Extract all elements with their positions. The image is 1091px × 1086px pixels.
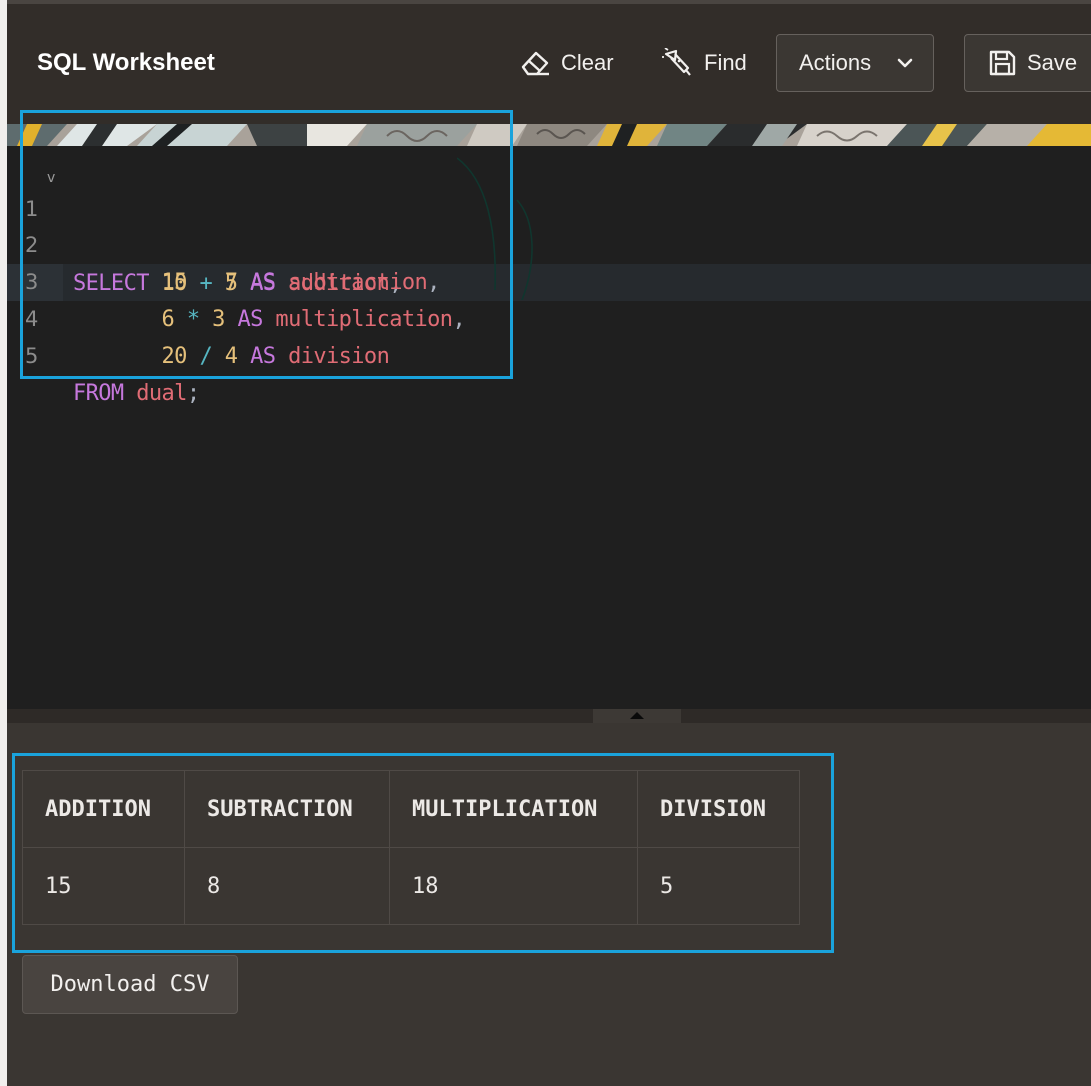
token-number: 20 xyxy=(161,344,188,369)
decorative-banner xyxy=(7,124,1091,146)
table-cell: 18 xyxy=(389,847,638,925)
table-row: 15 8 18 5 xyxy=(22,847,800,925)
code-line-4: 4 20 / 4 AS division xyxy=(7,264,1091,369)
code-text: 20 / 4 AS division xyxy=(73,338,390,375)
token-number: 4 xyxy=(224,344,238,369)
line-number: 5 xyxy=(25,344,39,368)
sql-editor[interactable]: 1 v SELECT 10 + 5 AS addition, 2 15 - 7 … xyxy=(7,146,1091,709)
code-line-1: 1 v SELECT 10 + 5 AS addition, xyxy=(7,154,1091,296)
collapse-up-icon[interactable] xyxy=(593,709,681,723)
worksheet-toolbar: SQL Worksheet Clear Find Actions Save xyxy=(7,4,1091,124)
column-header[interactable]: SUBTRACTION xyxy=(184,770,390,848)
table-cell: 8 xyxy=(184,847,390,925)
find-label: Find xyxy=(704,50,747,75)
eraser-icon xyxy=(519,48,551,78)
save-label: Save xyxy=(1027,50,1078,75)
actions-label: Actions xyxy=(799,50,872,75)
chevron-down-icon xyxy=(897,57,913,69)
token-punctuation: ; xyxy=(186,381,200,406)
code-text: FROM dual; xyxy=(73,375,200,412)
column-header[interactable]: DIVISION xyxy=(637,770,800,848)
save-button[interactable]: Save xyxy=(964,34,1091,92)
token-identifier: division xyxy=(288,344,390,369)
find-button[interactable]: Find xyxy=(662,34,747,92)
code-line-2: 2 15 - 7 AS subtraction, xyxy=(7,190,1091,295)
window-left-edge xyxy=(0,0,7,1086)
clear-button[interactable]: Clear xyxy=(519,34,614,92)
code-line-5: 5 FROM dual; xyxy=(7,301,1091,406)
column-header[interactable]: MULTIPLICATION xyxy=(389,770,638,848)
flashlight-icon xyxy=(662,48,694,78)
table-cell: 5 xyxy=(637,847,800,925)
token-operator: / xyxy=(199,344,213,369)
table-header-row: ADDITION SUBTRACTION MULTIPLICATION DIVI… xyxy=(22,770,800,848)
token-identifier: dual xyxy=(136,381,187,406)
page-title: SQL Worksheet xyxy=(37,49,215,76)
token-keyword: FROM xyxy=(73,381,124,406)
column-header[interactable]: ADDITION xyxy=(22,770,185,848)
pane-splitter[interactable] xyxy=(7,709,1091,723)
download-csv-button[interactable]: Download CSV xyxy=(22,955,238,1014)
table-cell: 15 xyxy=(22,847,185,925)
code-line-3: 3 6 * 3 AS multiplication, xyxy=(7,227,1091,332)
actions-menu-button[interactable]: Actions xyxy=(776,34,934,92)
token-keyword: AS xyxy=(250,344,276,369)
floppy-disk-icon xyxy=(987,48,1017,78)
clear-label: Clear xyxy=(561,50,614,75)
results-table: ADDITION SUBTRACTION MULTIPLICATION DIVI… xyxy=(22,770,800,925)
